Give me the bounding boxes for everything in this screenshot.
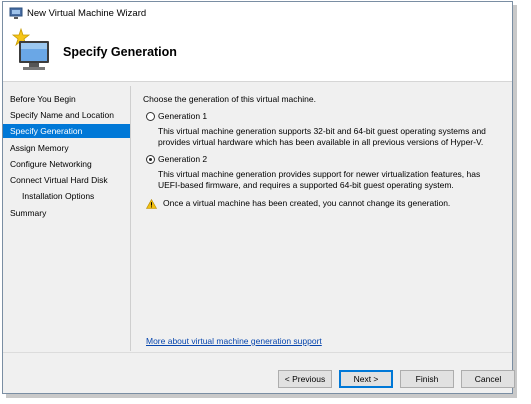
sidebar-item-assign-memory[interactable]: Assign Memory: [3, 141, 130, 155]
sidebar-item-specify-generation[interactable]: Specify Generation: [3, 124, 130, 138]
next-button[interactable]: Next >: [339, 370, 393, 388]
warning-text: Once a virtual machine has been created,…: [163, 198, 451, 208]
generation-support-link[interactable]: More about virtual machine generation su…: [146, 336, 322, 346]
sidebar-item-specify-name-and-location[interactable]: Specify Name and Location: [3, 108, 130, 122]
sidebar-item-installation-options[interactable]: Installation Options: [3, 189, 130, 203]
sidebar-item-summary[interactable]: Summary: [3, 206, 130, 220]
title-bar: New Virtual Machine Wizard: [3, 2, 512, 26]
generation-1-radio[interactable]: [146, 112, 155, 121]
radio-selected-dot: [149, 158, 152, 161]
generation-2-label[interactable]: Generation 2: [158, 154, 207, 164]
generation-2-description: This virtual machine generation provides…: [158, 169, 481, 190]
generation-1-description: This virtual machine generation supports…: [158, 126, 486, 147]
sidebar-item-connect-virtual-hard-disk[interactable]: Connect Virtual Hard Disk: [3, 173, 130, 187]
main-content: Choose the generation of this virtual ma…: [143, 82, 508, 352]
sidebar-divider: [130, 86, 131, 351]
wizard-window: New Virtual Machine Wizard Specify Gener…: [2, 1, 515, 394]
wizard-header: Specify Generation: [3, 25, 512, 82]
finish-button[interactable]: Finish: [400, 370, 454, 388]
sidebar-item-configure-networking[interactable]: Configure Networking: [3, 157, 130, 171]
footer-divider: [3, 352, 512, 353]
new-vm-wizard-icon: [11, 27, 49, 70]
intro-text: Choose the generation of this virtual ma…: [143, 94, 316, 104]
page-title: Specify Generation: [63, 45, 177, 59]
sidebar-item-before-you-begin[interactable]: Before You Begin: [3, 92, 130, 106]
window-title: New Virtual Machine Wizard: [27, 8, 147, 19]
hyper-v-app-icon: [9, 7, 23, 19]
cancel-button[interactable]: Cancel: [461, 370, 515, 388]
warning-icon: [146, 199, 157, 209]
wizard-steps-sidebar: Before You Begin Specify Name and Locati…: [3, 82, 130, 340]
previous-button[interactable]: < Previous: [278, 370, 332, 388]
generation-1-label[interactable]: Generation 1: [158, 111, 207, 121]
generation-2-radio[interactable]: [146, 155, 155, 164]
